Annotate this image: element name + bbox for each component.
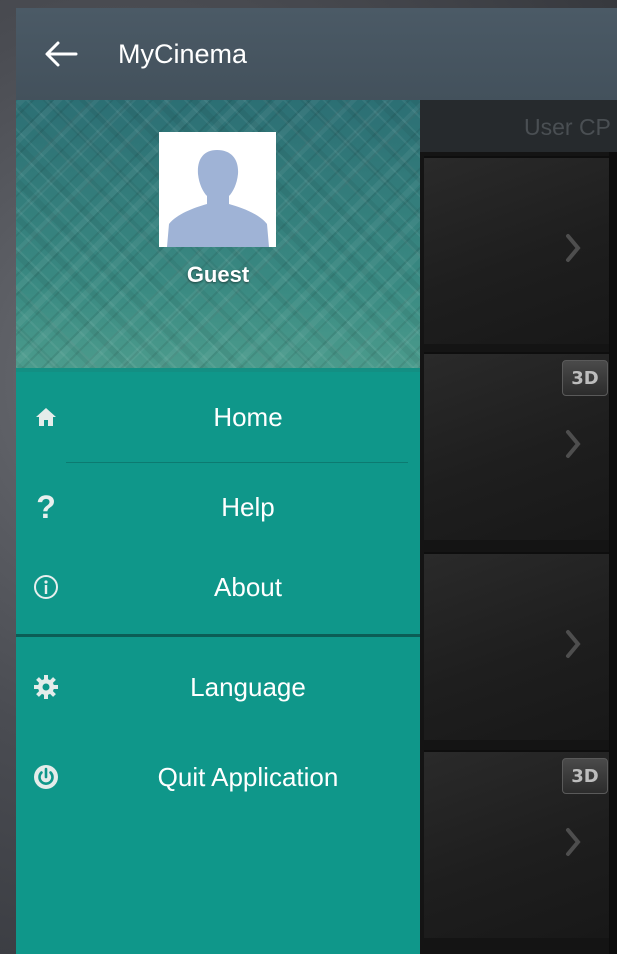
- chevron-right-icon[interactable]: [564, 230, 582, 266]
- menu-item-language[interactable]: Language: [16, 648, 420, 726]
- menu-label-language: Language: [190, 672, 306, 702]
- menu-label-quit: Quit Application: [157, 762, 339, 792]
- chevron-right-icon[interactable]: [564, 824, 582, 860]
- chevron-right-icon[interactable]: [564, 626, 582, 662]
- phone-screen: MyCinema User CP 3D 3D Guest Home ? Help…: [16, 8, 617, 954]
- back-button[interactable]: [16, 8, 106, 100]
- menu-item-home[interactable]: Home: [16, 378, 420, 456]
- menu-item-quit[interactable]: Quit Application: [16, 738, 420, 816]
- menu-item-help[interactable]: ? Help: [16, 468, 420, 546]
- header-divider: [16, 368, 420, 372]
- content-edge: [609, 152, 617, 954]
- user-silhouette-icon: [159, 132, 276, 247]
- movie-list: User CP 3D 3D: [420, 100, 617, 954]
- home-icon: [28, 378, 64, 456]
- movie-card[interactable]: [424, 156, 609, 344]
- 3d-badge: 3D: [562, 360, 608, 396]
- movie-card[interactable]: 3D: [424, 750, 609, 938]
- username: Guest: [186, 262, 250, 287]
- power-icon: [28, 738, 64, 816]
- question-icon: ?: [36, 488, 56, 525]
- movie-card[interactable]: 3D: [424, 352, 609, 540]
- chevron-right-icon[interactable]: [564, 426, 582, 462]
- section-divider: [16, 634, 420, 637]
- app-bar: MyCinema: [16, 8, 617, 100]
- app-title: MyCinema: [118, 38, 248, 69]
- navigation-drawer: Guest Home ? Help About Language Quit Ap…: [16, 100, 420, 954]
- movie-card[interactable]: [424, 552, 609, 740]
- avatar[interactable]: [159, 132, 276, 247]
- back-arrow-icon: [45, 41, 78, 67]
- info-icon: [28, 548, 64, 626]
- drawer-header: Guest: [16, 100, 420, 368]
- menu-divider: [66, 462, 408, 463]
- menu-label-home: Home: [213, 402, 283, 432]
- tab-user-cp[interactable]: User CP: [524, 114, 611, 141]
- 3d-badge: 3D: [562, 758, 608, 794]
- menu-item-about[interactable]: About: [16, 548, 420, 626]
- tab-bar: User CP: [420, 100, 617, 152]
- menu-label-about: About: [214, 572, 282, 602]
- menu-label-help: Help: [221, 492, 275, 522]
- gear-icon: [28, 648, 64, 726]
